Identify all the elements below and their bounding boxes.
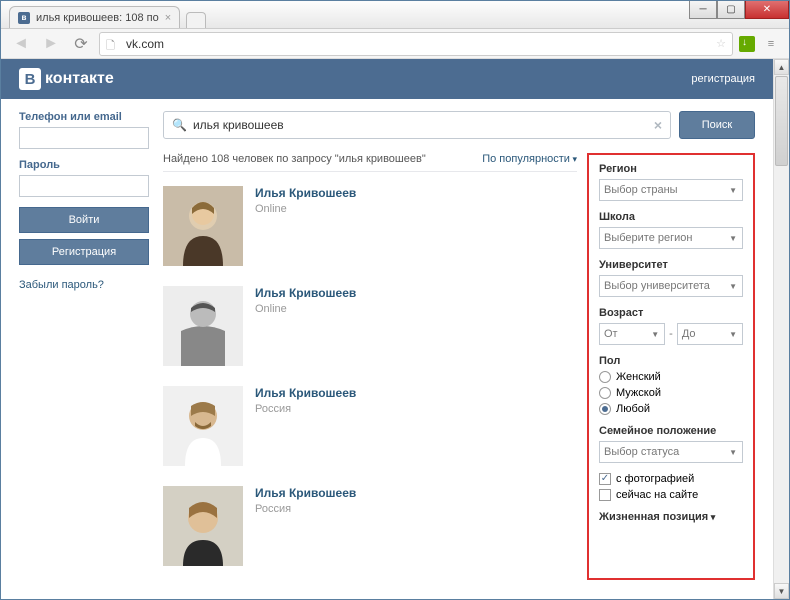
browser-toolbar: ◄ ► ⟳ 🗋 vk.com ☆ ≡ <box>1 29 789 59</box>
login-sidebar: Телефон или email Пароль Войти Регистрац… <box>19 111 149 580</box>
age-from-select[interactable]: От <box>599 323 665 345</box>
chrome-menu-button[interactable]: ≡ <box>761 34 781 54</box>
checkbox-label: с фотографией <box>616 473 694 485</box>
vertical-scrollbar[interactable]: ▲ ▼ <box>773 59 789 599</box>
browser-tab[interactable]: в илья кривошеев: 108 по × <box>9 6 180 28</box>
scroll-thumb[interactable] <box>775 76 788 166</box>
person-status: Россия <box>255 403 356 415</box>
radio-icon <box>599 403 611 415</box>
search-icon: 🔍 <box>172 118 187 132</box>
sex-any-radio[interactable]: Любой <box>599 403 743 415</box>
scroll-down-button[interactable]: ▼ <box>774 583 789 599</box>
online-now-checkbox[interactable]: сейчас на сайте <box>599 489 743 501</box>
university-select[interactable]: Выбор университета <box>599 275 743 297</box>
checkbox-icon <box>599 489 611 501</box>
avatar[interactable] <box>163 486 243 566</box>
register-button[interactable]: Регистрация <box>19 239 149 265</box>
reload-button[interactable]: ⟳ <box>69 32 93 56</box>
phone-input[interactable] <box>19 127 149 149</box>
person-name[interactable]: Илья Кривошеев <box>255 286 356 300</box>
page-icon: 🗋 <box>106 37 120 51</box>
clear-search-icon[interactable]: × <box>654 117 662 133</box>
radio-icon <box>599 371 611 383</box>
radio-icon <box>599 387 611 399</box>
scroll-up-button[interactable]: ▲ <box>774 59 789 75</box>
address-bar[interactable]: 🗋 vk.com ☆ <box>99 32 733 56</box>
password-label: Пароль <box>19 159 149 171</box>
person-name[interactable]: Илья Кривошеев <box>255 386 356 400</box>
avatar[interactable] <box>163 186 243 266</box>
window-minimize-button[interactable]: ─ <box>689 1 717 19</box>
checkbox-label: сейчас на сайте <box>616 489 698 501</box>
avatar[interactable] <box>163 286 243 366</box>
sex-female-radio[interactable]: Женский <box>599 371 743 383</box>
radio-label: Мужской <box>616 387 661 399</box>
age-dash: - <box>669 328 673 340</box>
region-select[interactable]: Выбор страны <box>599 179 743 201</box>
search-box: 🔍 × <box>163 111 671 139</box>
phone-label: Телефон или email <box>19 111 149 123</box>
new-tab-button[interactable] <box>186 12 206 28</box>
search-button[interactable]: Поиск <box>679 111 755 139</box>
person-result: Илья Кривошеев Россия <box>163 480 577 580</box>
results-count: Найдено 108 человек по запросу "илья кри… <box>163 153 426 165</box>
password-input[interactable] <box>19 175 149 197</box>
filters-panel: Регион Выбор страны Школа Выберите регио… <box>587 153 755 580</box>
window-maximize-button[interactable]: ▢ <box>717 1 745 19</box>
tab-close-icon[interactable]: × <box>165 12 171 24</box>
vk-logo-text: контакте <box>45 70 114 88</box>
download-icon[interactable] <box>739 36 755 52</box>
back-button[interactable]: ◄ <box>9 32 33 56</box>
vk-logo-icon: В <box>19 68 41 90</box>
window-close-button[interactable]: ✕ <box>745 1 789 19</box>
sort-dropdown[interactable]: По популярности <box>482 153 577 165</box>
url-text: vk.com <box>126 37 164 51</box>
search-input[interactable] <box>193 118 648 132</box>
radio-label: Любой <box>616 403 650 415</box>
vk-header: В контакте регистрация <box>1 59 773 99</box>
age-to-select[interactable]: До <box>677 323 743 345</box>
bookmark-star-icon[interactable]: ☆ <box>716 37 726 50</box>
person-status: Online <box>255 203 356 215</box>
family-select[interactable]: Выбор статуса <box>599 441 743 463</box>
age-label: Возраст <box>599 307 743 319</box>
family-label: Семейное положение <box>599 425 743 437</box>
header-register-link[interactable]: регистрация <box>691 73 755 85</box>
person-result: Илья Кривошеев Online <box>163 180 577 280</box>
person-result: Илья Кривошеев Россия <box>163 380 577 480</box>
school-select[interactable]: Выберите регион <box>599 227 743 249</box>
login-button[interactable]: Войти <box>19 207 149 233</box>
person-name[interactable]: Илья Кривошеев <box>255 186 356 200</box>
school-label: Школа <box>599 211 743 223</box>
checkbox-icon: ✓ <box>599 473 611 485</box>
sex-male-radio[interactable]: Мужской <box>599 387 743 399</box>
forgot-password-link[interactable]: Забыли пароль? <box>19 279 149 291</box>
region-label: Регион <box>599 163 743 175</box>
radio-label: Женский <box>616 371 661 383</box>
with-photo-checkbox[interactable]: ✓ с фотографией <box>599 473 743 485</box>
vk-favicon: в <box>18 12 30 24</box>
forward-button[interactable]: ► <box>39 32 63 56</box>
person-status: Online <box>255 303 356 315</box>
sex-label: Пол <box>599 355 743 367</box>
life-position-expand[interactable]: Жизненная позиция <box>599 511 743 523</box>
person-result: Илья Кривошеев Online <box>163 280 577 380</box>
window-titlebar: в илья кривошеев: 108 по × ─ ▢ ✕ <box>1 1 789 29</box>
person-status: Россия <box>255 503 356 515</box>
person-name[interactable]: Илья Кривошеев <box>255 486 356 500</box>
avatar[interactable] <box>163 386 243 466</box>
tab-title: илья кривошеев: 108 по <box>36 12 159 24</box>
university-label: Университет <box>599 259 743 271</box>
vk-logo[interactable]: В контакте <box>19 68 114 90</box>
